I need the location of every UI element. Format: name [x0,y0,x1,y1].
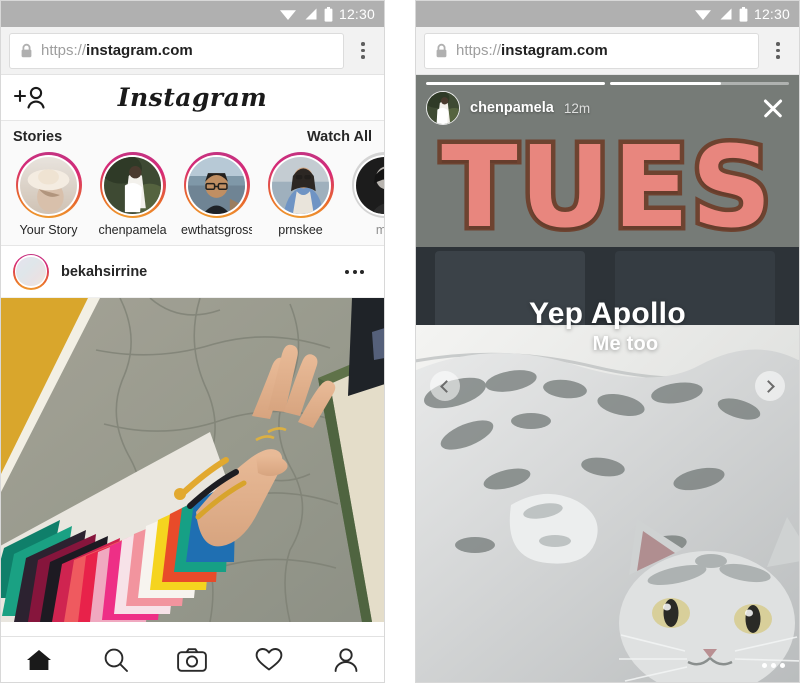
signal-icon [305,8,317,20]
story-username[interactable]: chenpamela [470,100,554,116]
progress-segment-2 [610,82,789,85]
post-username[interactable]: bekahsirrine [61,264,325,280]
story-caption-secondary: Me too [592,333,659,355]
chevron-left-icon[interactable] [430,371,460,401]
story-caption-primary: Yep Apollo [529,297,686,330]
stories-tray: Stories Watch All Your Story chenpamela [1,121,384,246]
tab-home[interactable] [12,638,66,682]
bottom-tab-bar[interactable] [1,636,384,682]
signal-icon [720,8,732,20]
status-bar: 12:30 [1,1,384,27]
battery-icon [739,6,748,22]
more-options-icon[interactable] [762,663,785,668]
story-progress-bars [426,82,789,85]
camera-icon [177,647,208,672]
url-scheme: https:// [41,42,87,59]
avatar [188,156,245,214]
home-icon [27,649,52,670]
story-ring [267,152,334,218]
instagram-app-header: Instagram [1,75,384,121]
url-host: instagram.com [86,42,193,59]
story-item-prnskee[interactable]: prnskee [265,152,336,237]
tab-activity[interactable] [242,638,296,682]
story-username: ewthatsgross [181,223,252,237]
avatar [356,156,384,214]
battery-icon [324,6,333,22]
status-bar: 12:30 [416,1,799,27]
post-photo[interactable] [1,298,384,622]
story-sticker-text: TUES [437,123,777,253]
lock-icon [436,43,447,57]
profile-icon [334,648,358,672]
story-ring [351,152,384,218]
post-header: bekahsirrine [1,246,384,298]
story-username: Your Story [19,223,78,237]
browser-chrome: https://instagram.com [416,27,799,75]
lock-icon [21,43,32,57]
avatar [20,156,77,214]
browser-chrome: https://instagram.com [1,27,384,75]
watch-all-button[interactable]: Watch All [307,129,372,145]
avatar [104,156,161,214]
tab-camera[interactable] [165,638,219,682]
wifi-icon [694,10,711,20]
chevron-right-icon[interactable] [755,371,785,401]
address-bar[interactable]: https://instagram.com [9,32,344,69]
story-ring [99,152,166,218]
status-bar-clock: 12:30 [338,6,375,22]
story-username: mo [349,223,384,237]
tab-search[interactable] [89,638,143,682]
story-item-chenpamela[interactable]: chenpamela [97,152,168,237]
heart-icon [255,648,283,671]
story-item-mo[interactable]: mo [349,152,384,237]
close-icon[interactable] [757,92,789,124]
browser-menu-icon[interactable] [761,31,795,71]
dual-phone-screenshot: 12:30 https://instagram.com Instagram St… [0,0,800,683]
url-scheme: https:// [456,42,502,59]
story-ring [15,152,82,218]
avatar [16,256,46,287]
wifi-icon [279,10,296,20]
story-timestamp: 12m [563,100,591,116]
instagram-wordmark: Instagram [117,83,268,112]
address-bar-url: https://instagram.com [456,42,608,59]
url-host: instagram.com [501,42,608,59]
story-item-ewthatsgross[interactable]: ewthatsgross [181,152,252,237]
status-bar-clock: 12:30 [753,6,790,22]
stories-label: Stories [13,129,63,145]
address-bar[interactable]: https://instagram.com [424,32,759,69]
address-bar-url: https://instagram.com [41,42,193,59]
more-options-icon[interactable] [337,262,372,282]
story-header: chenpamela 12m [426,91,789,125]
stories-tray-header: Stories Watch All [1,127,384,149]
browser-menu-icon[interactable] [346,31,380,71]
story-username: chenpamela [98,223,167,237]
tab-profile[interactable] [319,638,373,682]
story-username: prnskee [278,223,323,237]
phone-left-instagram-feed: 12:30 https://instagram.com Instagram St… [0,0,385,683]
stories-list[interactable]: Your Story chenpamela ewthatsgross prnsk… [1,149,384,239]
story-avatar[interactable] [426,91,460,125]
story-viewer[interactable]: chenpamela 12m TUES Yep Apollo Me too [416,75,799,682]
post-avatar-ring[interactable] [13,253,49,290]
story-item-your-story[interactable]: Your Story [13,152,84,237]
avatar [272,156,329,214]
phone-right-instagram-story: 12:30 https://instagram.com chenpamela 1… [415,0,800,683]
add-person-icon[interactable] [13,83,47,113]
story-ring [183,152,250,218]
progress-segment-1 [426,82,605,85]
search-icon [104,648,128,672]
